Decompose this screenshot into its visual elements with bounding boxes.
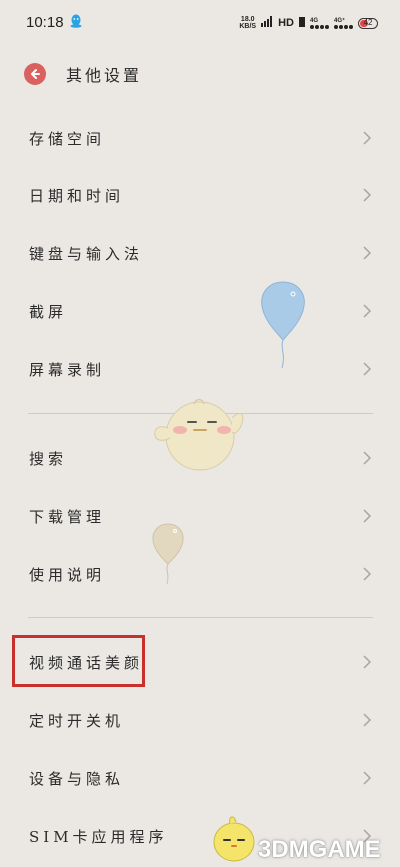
settings-item-storage[interactable]: 存储空间 bbox=[0, 110, 400, 166]
chevron-right-icon bbox=[363, 655, 372, 669]
settings-item-label: 定时开关机 bbox=[29, 711, 125, 730]
settings-item-label: 使用说明 bbox=[29, 565, 106, 584]
network-speed: 18.0 KB/S bbox=[239, 16, 256, 30]
settings-item-label: 设备与隐私 bbox=[29, 769, 125, 788]
battery-level: 42 bbox=[363, 17, 373, 27]
back-button[interactable] bbox=[24, 63, 46, 85]
network-4g-label: 4G bbox=[310, 17, 319, 24]
settings-item-scheduled-power[interactable]: 定时开关机 bbox=[0, 692, 400, 748]
chevron-right-icon bbox=[363, 713, 372, 727]
signal-dots-icon bbox=[334, 24, 353, 29]
settings-item-user-guide[interactable]: 使用说明 bbox=[0, 546, 400, 602]
settings-item-label: 下载管理 bbox=[29, 507, 106, 526]
chevron-right-icon bbox=[363, 246, 372, 260]
status-bar: 10:18 18.0 KB/S HD 4G 4G⁺ 42 bbox=[0, 0, 400, 40]
balloon-icon bbox=[152, 523, 184, 585]
status-time: 10:18 bbox=[26, 14, 64, 31]
network-4g-plus-label: 4G⁺ bbox=[334, 17, 346, 24]
back-arrow-icon bbox=[31, 69, 40, 79]
chick-mascot-icon bbox=[154, 398, 244, 471]
settings-item-label: 屏幕录制 bbox=[29, 360, 106, 379]
watermark-chick-icon bbox=[213, 816, 255, 862]
chevron-right-icon bbox=[363, 131, 372, 145]
highlight-box bbox=[12, 635, 145, 687]
qq-penguin-icon bbox=[70, 14, 82, 33]
chevron-right-icon bbox=[363, 771, 372, 785]
battery-icon: 42 bbox=[358, 17, 378, 29]
settings-item-keyboard[interactable]: 键盘与输入法 bbox=[0, 225, 400, 281]
network-speed-unit: KB/S bbox=[239, 23, 257, 30]
signal-dots-icon bbox=[310, 24, 329, 29]
sim-card-icon bbox=[299, 14, 305, 32]
chevron-right-icon bbox=[363, 451, 372, 465]
chevron-right-icon bbox=[363, 304, 372, 318]
status-indicators: 18.0 KB/S HD 4G 4G⁺ 42 bbox=[239, 14, 378, 32]
network-4g-secondary: 4G⁺ bbox=[334, 18, 353, 29]
settings-item-label: 日期和时间 bbox=[29, 186, 125, 205]
network-speed-value: 18.0 bbox=[240, 16, 255, 23]
page-header: 其他设置 bbox=[24, 62, 142, 86]
watermark-logo: 3DMGAME bbox=[258, 836, 381, 863]
balloon-icon bbox=[261, 281, 305, 369]
chevron-right-icon bbox=[363, 188, 372, 202]
chevron-right-icon bbox=[363, 567, 372, 581]
hd-voice-badge: HD bbox=[278, 17, 294, 29]
settings-item-screenshot[interactable]: 截屏 bbox=[0, 283, 400, 339]
settings-item-date-time[interactable]: 日期和时间 bbox=[0, 167, 400, 223]
chevron-right-icon bbox=[363, 362, 372, 376]
settings-item-label: 存储空间 bbox=[29, 129, 106, 148]
page-title: 其他设置 bbox=[66, 66, 143, 85]
section-divider bbox=[28, 617, 373, 618]
settings-item-label: 键盘与输入法 bbox=[29, 244, 144, 263]
settings-item-device-privacy[interactable]: 设备与隐私 bbox=[0, 750, 400, 806]
wifi-bars-icon bbox=[261, 14, 273, 32]
chevron-right-icon bbox=[363, 509, 372, 523]
settings-item-label: 截屏 bbox=[29, 302, 68, 321]
network-4g-primary: 4G bbox=[310, 18, 329, 29]
settings-item-download-manager[interactable]: 下载管理 bbox=[0, 488, 400, 544]
